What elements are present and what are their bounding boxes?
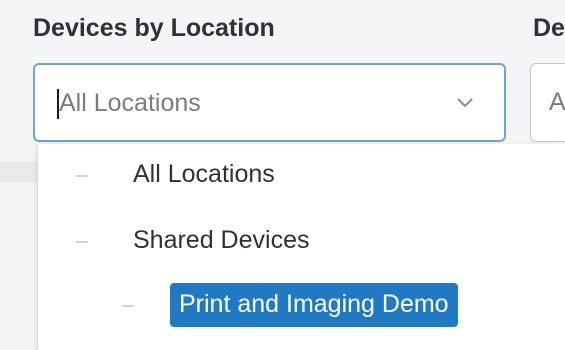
tree-connector [76, 241, 88, 243]
devices-by-location-label: Devices by Location [33, 14, 275, 42]
location-select[interactable]: All Locations [33, 63, 506, 142]
chevron-down-icon[interactable] [456, 96, 474, 110]
second-filter-label: De [533, 14, 565, 42]
tree-connector [76, 175, 88, 177]
second-filter-value: A [549, 88, 565, 116]
location-dropdown-menu: All Locations Shared Devices Print and I… [37, 144, 565, 350]
dropdown-option-label: Shared Devices [133, 226, 310, 254]
dropdown-option-shared-devices[interactable]: Shared Devices [38, 222, 565, 262]
dropdown-option-print-and-imaging-demo[interactable]: Print and Imaging Demo [38, 281, 565, 331]
dropdown-option-label: All Locations [133, 160, 275, 188]
second-filter-select[interactable]: A [530, 63, 565, 142]
dropdown-option-label-selected: Print and Imaging Demo [170, 283, 458, 327]
tree-connector [122, 305, 134, 307]
location-select-value: All Locations [59, 89, 201, 117]
dropdown-option-all-locations[interactable]: All Locations [38, 156, 565, 196]
